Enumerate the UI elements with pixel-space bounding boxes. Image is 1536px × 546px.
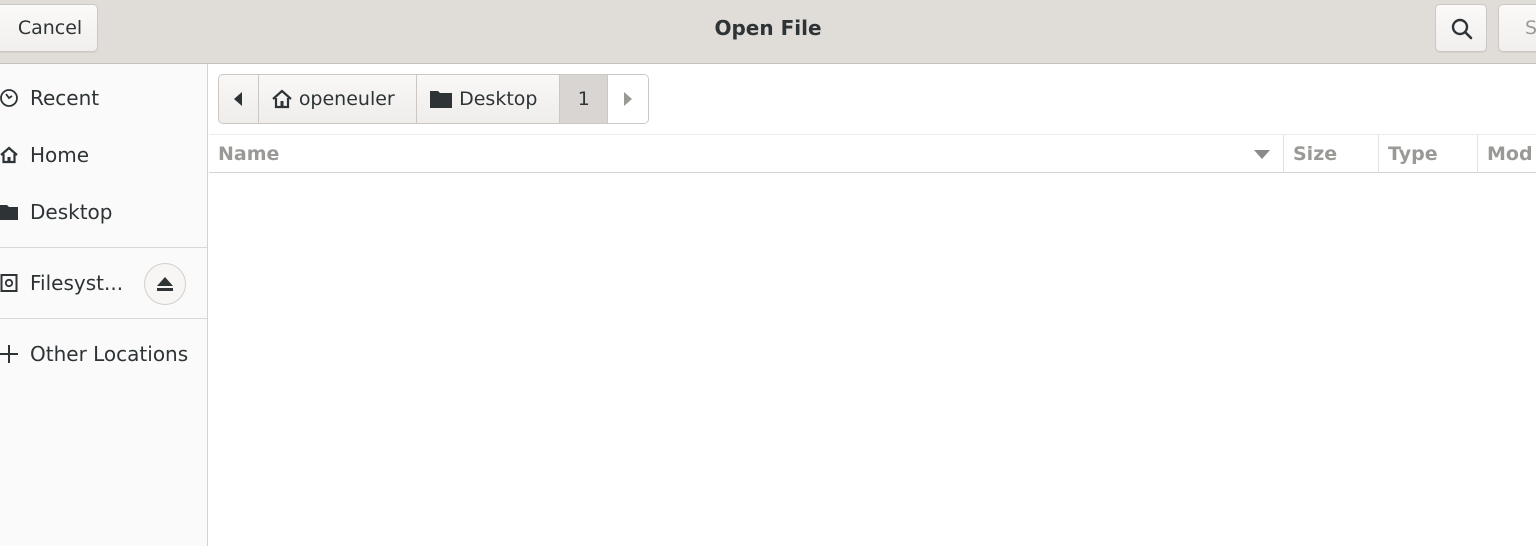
header-bar: Cancel Open File Select: [0, 0, 1536, 64]
pathbar-forward-button[interactable]: [608, 75, 648, 123]
folder-icon: [0, 186, 20, 238]
crumb-label: openeuler: [298, 88, 395, 110]
search-icon: [1451, 18, 1473, 40]
column-type[interactable]: Type: [1388, 135, 1438, 173]
sidebar-item-desktop[interactable]: Desktop: [0, 186, 207, 238]
crumb-home[interactable]: openeuler: [258, 75, 418, 123]
sidebar-separator: [0, 247, 207, 248]
drive-icon: [0, 257, 20, 309]
clock-icon: [0, 72, 20, 124]
file-list[interactable]: [209, 173, 1536, 546]
column-size[interactable]: Size: [1293, 135, 1337, 173]
crumb-label: Desktop: [459, 88, 538, 110]
home-icon: [271, 89, 293, 109]
plus-icon: [0, 328, 20, 380]
dialog-title: Open File: [714, 16, 822, 40]
sidebar-item-label: Filesyst...: [30, 271, 124, 295]
column-modified[interactable]: Mod: [1487, 135, 1533, 173]
cancel-button[interactable]: Cancel: [0, 4, 98, 52]
file-list-header: Name Size Type Mod: [209, 134, 1536, 173]
folder-icon: [429, 89, 453, 109]
crumb-current[interactable]: 1: [560, 75, 609, 123]
sidebar-separator: [0, 318, 207, 319]
search-button[interactable]: [1435, 4, 1487, 52]
path-bar: openeuler Desktop 1: [218, 74, 649, 124]
sidebar-item-recent[interactable]: Recent: [0, 72, 207, 124]
column-divider: [1477, 135, 1478, 173]
sidebar-item-other-locations[interactable]: Other Locations: [0, 328, 207, 380]
chevron-left-icon: [234, 92, 243, 106]
sidebar-item-label: Desktop: [30, 200, 113, 224]
crumb-label: 1: [577, 88, 590, 110]
sidebar-item-label: Recent: [30, 86, 100, 110]
crumb-desktop[interactable]: Desktop: [417, 75, 561, 123]
places-sidebar: Recent Home Desktop Filesyst... Other Lo…: [0, 64, 208, 546]
sort-down-icon[interactable]: [1254, 150, 1270, 159]
pathbar-back-button[interactable]: [219, 75, 259, 123]
column-divider: [1378, 135, 1379, 173]
home-icon: [0, 129, 20, 181]
sidebar-item-home[interactable]: Home: [0, 129, 207, 181]
column-name[interactable]: Name: [218, 135, 279, 173]
chevron-right-icon: [624, 92, 633, 106]
eject-button[interactable]: [144, 263, 186, 305]
eject-icon: [157, 277, 173, 291]
sidebar-item-label: Other Locations: [30, 342, 189, 366]
select-button[interactable]: Select: [1498, 4, 1536, 52]
sidebar-item-label: Home: [30, 143, 90, 167]
column-divider: [1283, 135, 1284, 173]
